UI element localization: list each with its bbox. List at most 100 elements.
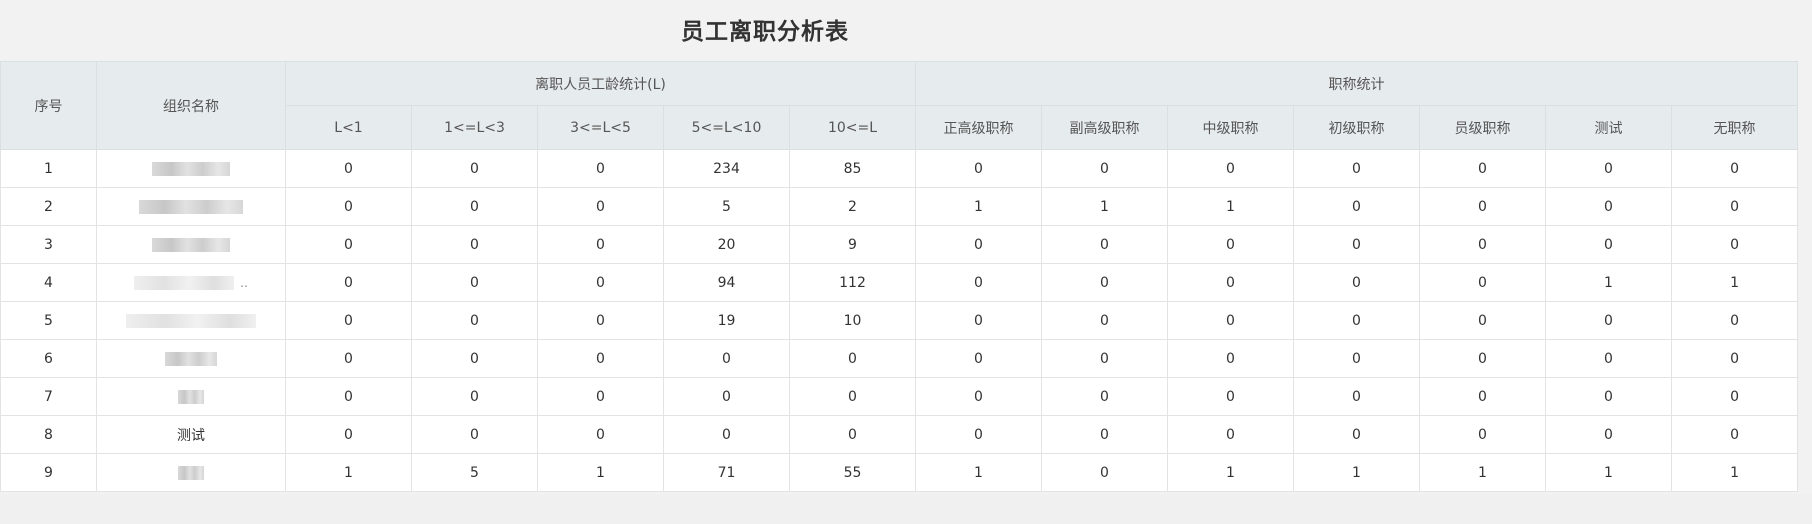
- cell-title-count: 0: [1041, 377, 1169, 416]
- cell-tenure-count: 71: [663, 453, 790, 492]
- cell-title-count: 0: [1671, 187, 1799, 226]
- cell-seq: 2: [0, 187, 97, 226]
- redacted-org-name: [126, 313, 256, 328]
- table-row[interactable]: 5 0 0 0 19 10 0 0 0 0 0 0 0: [0, 301, 1799, 340]
- cell-tenure-count: 1: [285, 453, 412, 492]
- cell-seq: 7: [0, 377, 97, 416]
- cell-title-count: 0: [1545, 339, 1673, 378]
- cell-tenure-count: 85: [788, 149, 917, 188]
- org-name-text: 测试: [177, 427, 205, 444]
- table-row[interactable]: 7000000000000: [0, 377, 1799, 416]
- cell-tenure-count: 0: [663, 339, 790, 378]
- cell-org-name: [96, 149, 286, 188]
- cell-title-count: 0: [1041, 149, 1169, 188]
- cell-tenure-count: 55: [788, 453, 917, 492]
- cell-org-name: 测试: [96, 415, 286, 454]
- cell-seq: 9: [0, 453, 97, 492]
- cell-title-count: 1: [1167, 453, 1295, 492]
- redacted-org-name: [178, 465, 204, 480]
- cell-tenure-count: 20: [663, 225, 790, 264]
- cell-org-name: [96, 301, 286, 340]
- cell-tenure-count: 0: [537, 301, 664, 340]
- header-tenure-5-10: 5<=L<10: [663, 105, 790, 150]
- cell-title-count: 0: [915, 263, 1043, 302]
- cell-title-count: 0: [1545, 377, 1673, 416]
- header-title-senior: 正高级职称: [915, 105, 1043, 150]
- table-row[interactable]: 8 测试 0 0 0 0 0 0 0 0 0 0 0 0: [0, 415, 1799, 454]
- cell-tenure-count: 0: [285, 225, 412, 264]
- cell-title-count: 1: [1671, 453, 1799, 492]
- header-title-staff: 员级职称: [1419, 105, 1547, 150]
- cell-title-count: 0: [1293, 301, 1421, 340]
- cell-title-count: 1: [1041, 187, 1169, 226]
- cell-title-count: 0: [1167, 301, 1295, 340]
- cell-title-count: 0: [1671, 415, 1799, 454]
- cell-tenure-count: 0: [285, 377, 412, 416]
- truncation-ellipsis: ..: [240, 275, 248, 290]
- table-row[interactable]: 1 0 0 0 234 85 0 0 0 0 0 0 0: [0, 149, 1799, 188]
- table-row[interactable]: 9 1 5 1 71 55 1 0 1 1 1 1 1: [0, 453, 1799, 492]
- cell-seq: 6: [0, 339, 97, 378]
- cell-title-count: 0: [1419, 263, 1547, 302]
- cell-tenure-count: 0: [788, 339, 917, 378]
- cell-tenure-count: 0: [537, 377, 664, 416]
- cell-seq: 1: [0, 149, 97, 188]
- cell-title-count: 0: [1041, 301, 1169, 340]
- redacted-org-name: [134, 275, 235, 290]
- cell-tenure-count: 112: [788, 263, 917, 302]
- cell-tenure-count: 5: [663, 187, 790, 226]
- cell-tenure-count: 0: [411, 377, 538, 416]
- cell-tenure-count: 0: [285, 415, 412, 454]
- cell-title-count: 0: [1167, 339, 1295, 378]
- cell-title-count: 0: [1293, 149, 1421, 188]
- cell-title-count: 0: [1419, 225, 1547, 264]
- cell-title-count: 0: [1041, 339, 1169, 378]
- cell-tenure-count: 0: [537, 225, 664, 264]
- cell-tenure-count: 0: [537, 187, 664, 226]
- cell-title-count: 0: [1167, 263, 1295, 302]
- table-row[interactable]: 3 0 0 0 20 9 0 0 0 0 0 0 0: [0, 225, 1799, 264]
- redacted-org-name: [165, 351, 217, 366]
- cell-title-count: 1: [915, 187, 1043, 226]
- cell-title-count: 0: [915, 301, 1043, 340]
- header-seq: 序号: [0, 61, 97, 150]
- cell-title-count: 0: [1671, 149, 1799, 188]
- header-tenure-1-3: 1<=L<3: [411, 105, 538, 150]
- cell-tenure-count: 0: [411, 339, 538, 378]
- cell-title-count: 0: [915, 377, 1043, 416]
- cell-tenure-count: 0: [285, 263, 412, 302]
- cell-tenure-count: 0: [537, 263, 664, 302]
- cell-tenure-count: 0: [537, 149, 664, 188]
- cell-org-name: [96, 453, 286, 492]
- cell-tenure-count: 0: [411, 301, 538, 340]
- cell-title-count: 0: [1041, 415, 1169, 454]
- header-group-tenure: 离职人员工龄统计(L): [284, 61, 917, 106]
- cell-title-count: 0: [1419, 187, 1547, 226]
- cell-tenure-count: 10: [788, 301, 917, 340]
- redacted-org-name: [139, 199, 243, 214]
- table-row[interactable]: 6000000000000: [0, 339, 1799, 378]
- table-row[interactable]: 4.. 0 0 0 94 112 0 0 0 0 0 1 1: [0, 263, 1799, 302]
- cell-title-count: 0: [915, 339, 1043, 378]
- cell-title-count: 0: [1167, 149, 1295, 188]
- cell-title-count: 0: [1545, 415, 1673, 454]
- header-org-name: 组织名称: [96, 61, 286, 150]
- cell-org-name: ..: [96, 263, 286, 302]
- cell-title-count: 0: [1293, 263, 1421, 302]
- cell-tenure-count: 9: [788, 225, 917, 264]
- header-tenure-3-5: 3<=L<5: [537, 105, 664, 150]
- cell-title-count: 0: [915, 415, 1043, 454]
- cell-tenure-count: 5: [411, 453, 538, 492]
- cell-tenure-count: 0: [537, 415, 664, 454]
- cell-title-count: 0: [1671, 301, 1799, 340]
- cell-tenure-count: 0: [537, 339, 664, 378]
- header-title-associate-senior: 副高级职称: [1041, 105, 1169, 150]
- resignation-analysis-table: 序号 组织名称 离职人员工龄统计(L) 职称统计 L<1 1<=L<3 3<=L…: [0, 61, 1799, 492]
- cell-title-count: 0: [1545, 187, 1673, 226]
- table-row[interactable]: 2000521110000: [0, 187, 1799, 226]
- header-title-test: 测试: [1545, 105, 1673, 150]
- redacted-org-name: [152, 237, 230, 252]
- cell-title-count: 0: [1041, 263, 1169, 302]
- cell-title-count: 0: [1293, 415, 1421, 454]
- cell-title-count: 0: [915, 225, 1043, 264]
